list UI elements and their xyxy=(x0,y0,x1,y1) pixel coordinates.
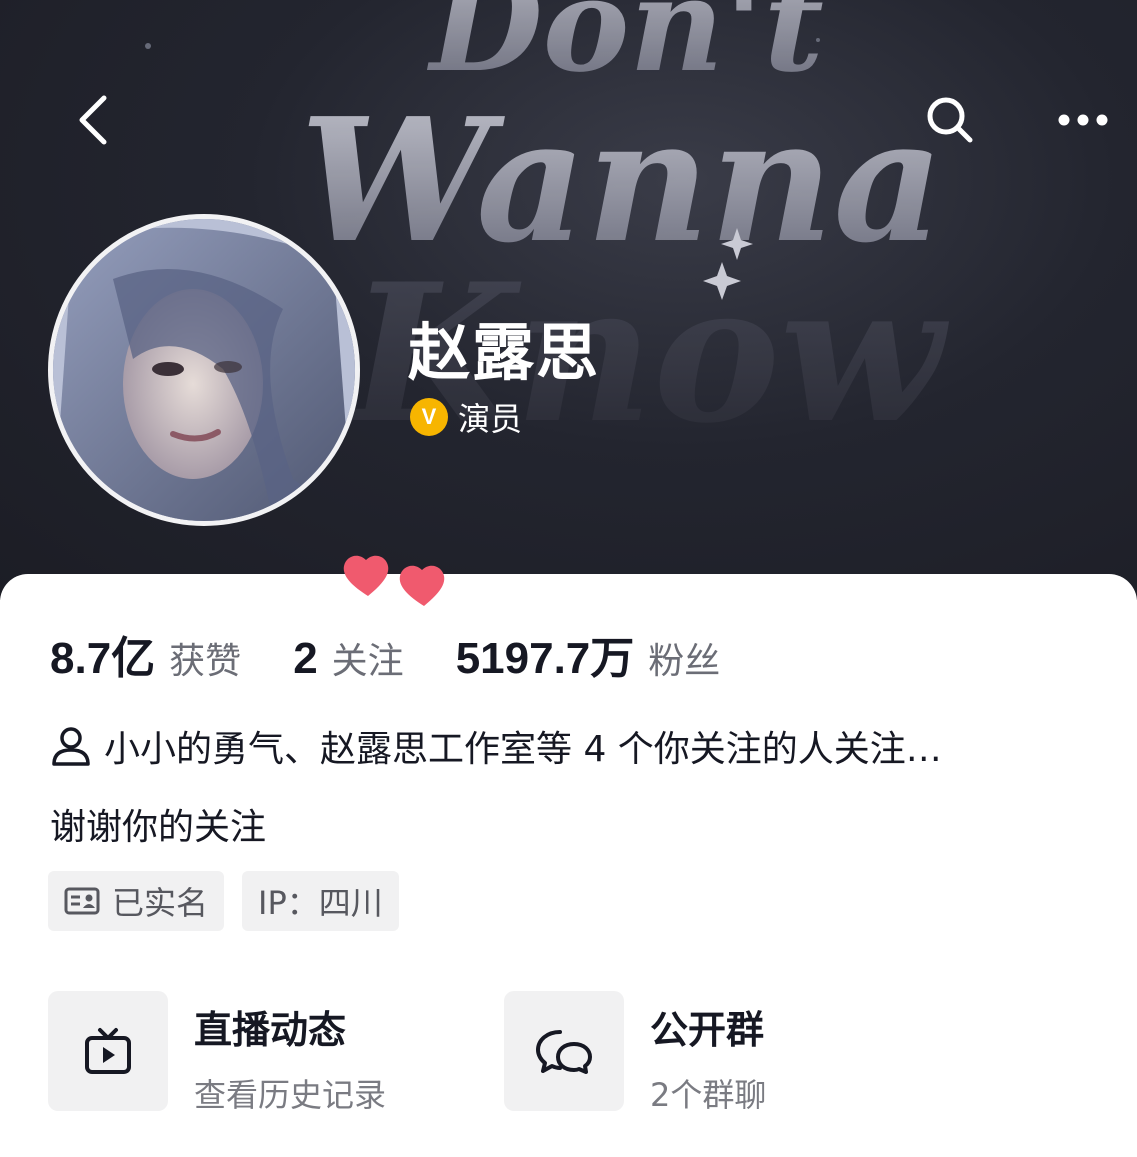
card-title: 公开群 xyxy=(650,1008,765,1052)
profile-name: 赵露思 xyxy=(408,316,601,389)
feature-cards: 直播动态 查看历史记录 公开群 2个群聊 xyxy=(48,991,960,1116)
card-live-history[interactable]: 直播动态 查看历史记录 xyxy=(48,991,504,1116)
avatar-image xyxy=(53,219,355,521)
stat-value: 5197.7万 xyxy=(455,634,635,683)
stat-value: 2 xyxy=(293,634,318,683)
profile-stats: 8.7亿 获赞 2 关注 5197.7万 粉丝 xyxy=(50,622,772,686)
stat-followers[interactable]: 5197.7万 粉丝 xyxy=(456,622,721,686)
chat-bubbles-icon xyxy=(536,1030,592,1074)
back-button[interactable] xyxy=(54,80,134,160)
stat-following[interactable]: 2 关注 xyxy=(293,632,404,684)
more-button[interactable] xyxy=(1043,80,1123,160)
verified-badge-icon: V xyxy=(410,398,448,436)
verified-label: 演员 xyxy=(458,400,523,438)
avatar[interactable] xyxy=(48,214,360,526)
person-icon xyxy=(52,727,90,766)
profile-banner[interactable]: Don't Wanna Know 赵露思 V 演员 xyxy=(0,0,1137,600)
verification-row: V 演员 xyxy=(410,394,522,440)
more-horizontal-icon xyxy=(1058,114,1108,126)
tag-real-name[interactable]: 已实名 xyxy=(48,871,225,931)
card-subtitle: 2个群聊 xyxy=(650,1076,767,1114)
stat-likes[interactable]: 8.7亿 获赞 xyxy=(50,622,241,686)
chevron-left-icon xyxy=(79,95,107,145)
tag-ip-location: IP：四川 xyxy=(242,871,399,931)
stat-value: 8.7亿 xyxy=(50,634,156,683)
hearts-icon xyxy=(343,555,445,606)
id-card-icon xyxy=(64,887,100,915)
stat-label: 粉丝 xyxy=(648,641,721,682)
mutual-followers-text: 小小的勇气、赵露思工作室等 4 个你关注的人关注… xyxy=(104,729,942,770)
search-button[interactable] xyxy=(910,80,990,160)
card-public-group[interactable]: 公开群 2个群聊 xyxy=(504,991,960,1116)
card-icon-box xyxy=(504,991,624,1111)
card-icon-box xyxy=(48,991,168,1111)
profile-bio: 谢谢你的关注 xyxy=(50,807,267,848)
tv-play-icon xyxy=(85,1028,131,1074)
search-icon xyxy=(927,97,973,143)
tag-label: 已实名 xyxy=(112,884,209,922)
card-subtitle: 查看历史记录 xyxy=(194,1076,387,1114)
stat-label: 获赞 xyxy=(169,641,242,682)
mutual-followers[interactable]: 小小的勇气、赵露思工作室等 4 个你关注的人关注… xyxy=(50,720,942,772)
tag-label: IP：四川 xyxy=(258,884,383,922)
stat-label: 关注 xyxy=(331,641,404,682)
profile-tags: 已实名 IP：四川 xyxy=(48,871,399,931)
card-title: 直播动态 xyxy=(194,1008,347,1052)
